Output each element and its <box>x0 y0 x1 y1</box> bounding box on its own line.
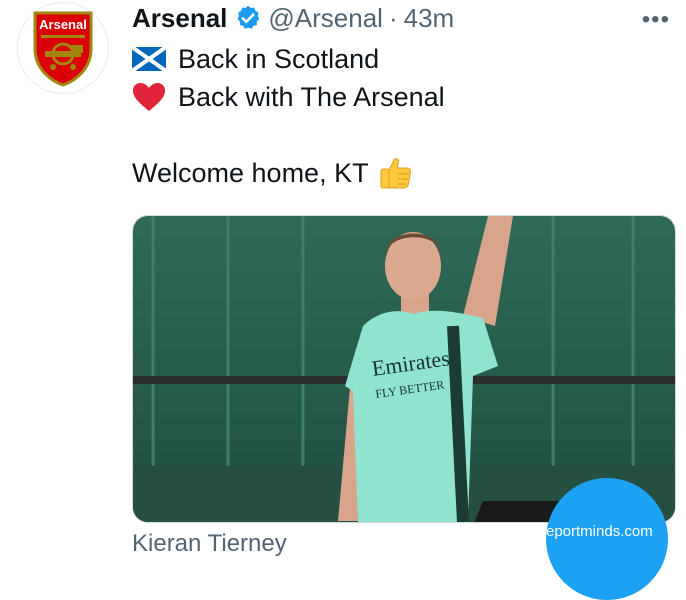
red-heart-icon <box>132 82 170 112</box>
thumbs-up-icon <box>379 158 417 189</box>
tweet-header: Arsenal @Arsenal · 43m <box>132 2 686 34</box>
tweet-line-1: Back in Scotland <box>132 42 379 76</box>
player-photo: Emirates FLY BETTER <box>133 216 675 522</box>
tweet-text-line-2: Back with The Arsenal <box>178 82 445 112</box>
arsenal-crest-icon: Arsenal <box>33 11 93 87</box>
author-name[interactable]: Arsenal <box>132 3 227 34</box>
separator-dot: · <box>388 2 398 33</box>
timestamp[interactable]: 43m <box>404 3 455 34</box>
scotland-flag-icon <box>132 44 170 74</box>
crest-text: Arsenal <box>39 17 87 32</box>
avatar[interactable]: Arsenal <box>18 3 108 93</box>
watermark-text: reportminds.com <box>541 523 653 540</box>
tweet-line-2: Back with The Arsenal <box>132 80 445 114</box>
tweet-photo[interactable]: Emirates FLY BETTER <box>132 215 676 523</box>
verified-badge-icon <box>234 4 262 32</box>
tagged-person[interactable]: Kieran Tierney <box>132 530 287 558</box>
tweet-text-line-3: Welcome home, KT <box>132 158 369 188</box>
tweet-text-line-1: Back in Scotland <box>178 44 380 74</box>
more-options-icon[interactable]: ••• <box>642 6 670 34</box>
author-handle[interactable]: @Arsenal <box>268 3 383 34</box>
tweet-line-3: Welcome home, KT <box>132 156 417 190</box>
